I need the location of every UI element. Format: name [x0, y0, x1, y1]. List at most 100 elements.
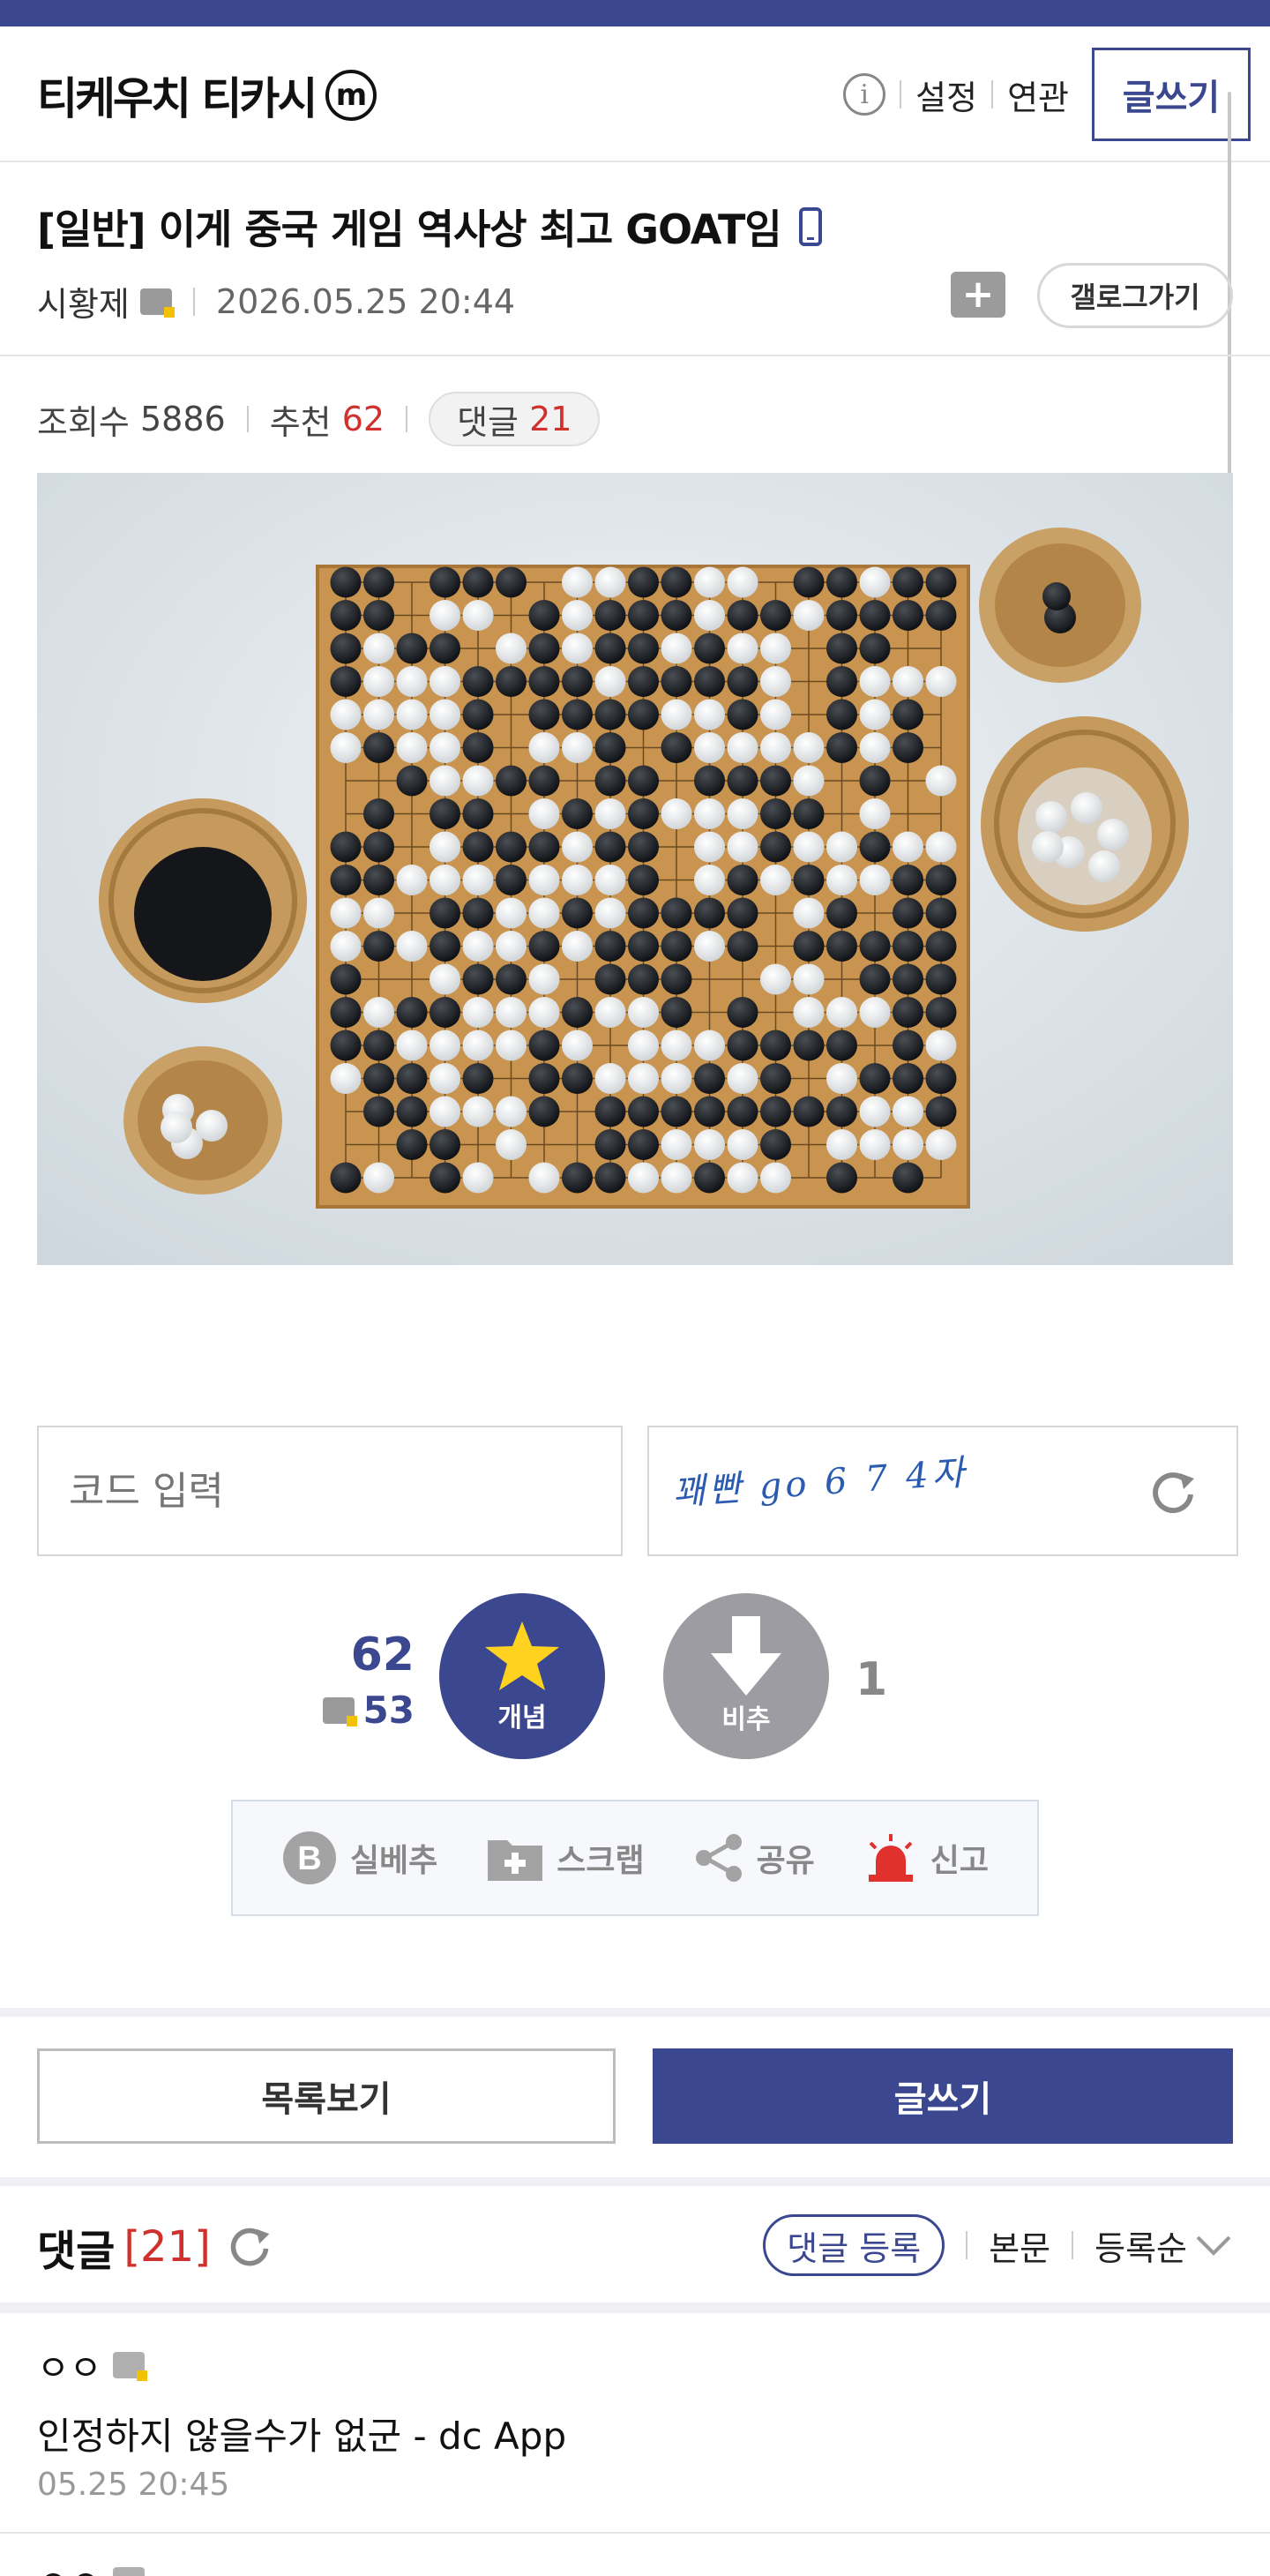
- go-stone: [330, 897, 362, 929]
- go-stone: [430, 566, 460, 598]
- go-stone: [496, 1030, 527, 1061]
- go-stone: [727, 765, 758, 797]
- basket-black-stones: [99, 798, 307, 1003]
- go-stone: [826, 1162, 857, 1194]
- go-stone: [628, 865, 659, 895]
- go-stone: [760, 963, 791, 995]
- go-stone: [893, 699, 923, 730]
- go-stone: [430, 732, 460, 763]
- go-stone: [628, 1096, 659, 1127]
- related-link[interactable]: 연관: [1007, 71, 1069, 119]
- go-stone: [594, 1162, 626, 1194]
- go-stone: [826, 997, 857, 1028]
- write-button-top[interactable]: 글쓰기: [1092, 48, 1251, 141]
- captcha-text: 꽤빤 go 6 7 4자: [671, 1452, 969, 1514]
- go-stone: [462, 699, 494, 730]
- go-stone: [430, 798, 460, 829]
- gallery-title[interactable]: 티케우치 티카시 m: [37, 64, 377, 127]
- register-comment-button[interactable]: 댓글 등록: [763, 2214, 945, 2276]
- captcha-refresh-icon[interactable]: [1148, 1468, 1198, 1517]
- comment-nickname[interactable]: ㅇㅇ: [37, 2555, 145, 2576]
- go-stone: [925, 865, 957, 895]
- go-stone: [727, 931, 758, 962]
- go-stone: [661, 963, 692, 995]
- recommend-button[interactable]: 개념: [439, 1593, 605, 1759]
- go-stone: [363, 798, 394, 829]
- go-stone: [628, 1030, 659, 1061]
- comment-nickname[interactable]: ㅇㅇ: [37, 2340, 147, 2391]
- go-stone: [594, 666, 626, 697]
- go-stone: [859, 765, 891, 797]
- go-stone: [793, 997, 825, 1028]
- go-stone: [727, 1063, 758, 1094]
- go-stone: [859, 699, 891, 730]
- folder-add-icon[interactable]: +: [951, 272, 1005, 318]
- go-stone: [528, 897, 560, 929]
- go-stone: [462, 831, 494, 863]
- go-stone: [694, 1162, 725, 1194]
- sbc-button[interactable]: B 실베추: [281, 1830, 437, 1886]
- gallog-button[interactable]: 갤로그가기: [1037, 263, 1233, 328]
- write-button[interactable]: 글쓰기: [653, 2048, 1233, 2144]
- go-stone: [793, 1096, 825, 1127]
- go-stone: [330, 732, 362, 763]
- go-stone: [694, 1129, 725, 1160]
- go-stone: [330, 666, 362, 697]
- go-stone: [496, 963, 527, 995]
- chevron-down-icon[interactable]: [1194, 2232, 1233, 2258]
- go-stone: [528, 600, 560, 631]
- comments-refresh-icon[interactable]: [227, 2224, 273, 2270]
- go-stone: [562, 1063, 593, 1094]
- go-stone: [727, 600, 758, 631]
- go-stone: [694, 1096, 725, 1127]
- captcha-code-input[interactable]: [37, 1426, 623, 1556]
- go-stone: [363, 897, 394, 929]
- go-stone: [661, 566, 692, 598]
- go-stone: [363, 666, 394, 697]
- go-stone: [661, 997, 692, 1028]
- go-stone: [925, 963, 957, 995]
- arrow-down-icon: [711, 1616, 781, 1696]
- scrap-button[interactable]: 스크랩: [486, 1833, 645, 1883]
- go-stone: [496, 666, 527, 697]
- go-stone: [628, 699, 659, 730]
- go-stone: [760, 831, 791, 863]
- author-name[interactable]: 시황제: [37, 277, 130, 326]
- go-stone: [594, 997, 626, 1028]
- go-stone: [628, 931, 659, 962]
- go-stone: [594, 798, 626, 829]
- go-stone: [727, 865, 758, 895]
- post-image[interactable]: [37, 473, 1233, 1265]
- go-stone: [628, 666, 659, 697]
- go-stone: [859, 1063, 891, 1094]
- go-stone: [430, 1030, 460, 1061]
- go-stone: [694, 699, 725, 730]
- go-stone: [826, 831, 857, 863]
- comment-count-pill[interactable]: 댓글 21: [429, 392, 601, 446]
- info-icon[interactable]: i: [843, 73, 886, 116]
- go-stone: [396, 633, 428, 664]
- list-button[interactable]: 목록보기: [37, 2048, 616, 2144]
- basket-white-stones-small: [123, 1046, 282, 1194]
- sort-select[interactable]: 등록순: [1094, 2221, 1187, 2270]
- downvote-button[interactable]: 비추: [663, 1593, 829, 1759]
- report-button[interactable]: 신고: [863, 1832, 989, 1883]
- go-stone: [859, 798, 891, 829]
- go-stone: [694, 1030, 725, 1061]
- settings-link[interactable]: 설정: [915, 71, 977, 119]
- downvote-count: 1: [855, 1653, 888, 1706]
- go-stone: [562, 633, 593, 664]
- go-stone: [793, 831, 825, 863]
- go-stone: [462, 798, 494, 829]
- go-stone: [528, 997, 560, 1028]
- go-stone: [893, 831, 923, 863]
- downvote-label: 비추: [721, 1704, 771, 1735]
- go-stone: [330, 1030, 362, 1061]
- go-stone: [562, 798, 593, 829]
- divider: [1072, 2231, 1074, 2259]
- go-stone: [363, 931, 394, 962]
- go-stone: [826, 666, 857, 697]
- share-button[interactable]: 공유: [693, 1832, 815, 1883]
- go-stone: [430, 633, 460, 664]
- body-link[interactable]: 본문: [989, 2221, 1050, 2270]
